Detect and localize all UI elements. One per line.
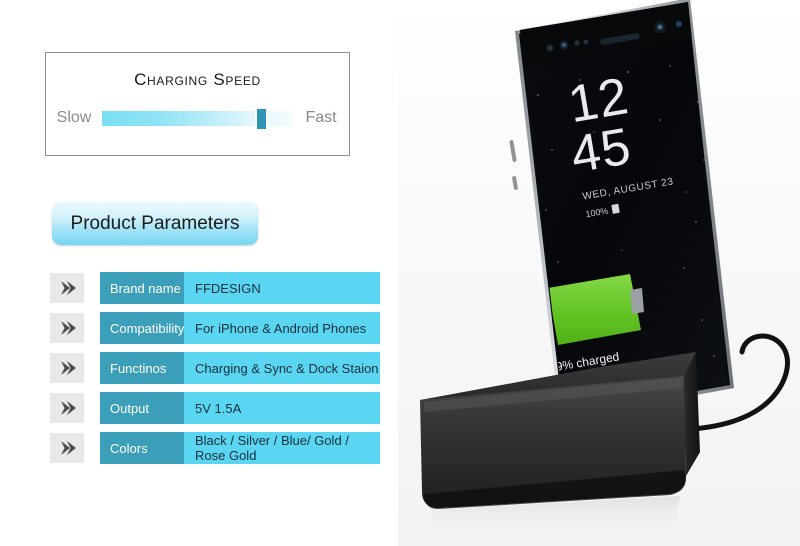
chevron-right-icon <box>50 433 84 463</box>
param-key-cell: Compatibility <box>100 312 184 344</box>
param-value-cell: For iPhone & Android Phones <box>184 312 380 344</box>
charging-speed-title: Charging Speed <box>134 70 261 89</box>
chevron-right-icon <box>50 313 84 343</box>
chevron-right-icon <box>50 353 84 383</box>
param-value-cell: Black / Silver / Blue/ Gold / Rose Gold <box>184 432 380 464</box>
param-key-cell: Brand name <box>100 272 184 304</box>
slider-fast-label: Fast <box>305 109 337 126</box>
table-row: Brand name FFDESIGN <box>50 272 380 304</box>
param-key-cell: Functinos <box>100 352 184 384</box>
table-row: Output 5V 1.5A <box>50 392 380 424</box>
battery-terminal <box>630 288 644 314</box>
product-parameters-label: Product Parameters <box>70 212 240 234</box>
charging-speed-slider[interactable]: Slow Fast <box>46 101 349 135</box>
product-parameters-table: Brand name FFDESIGN Compatibility For iPhon… <box>50 272 380 472</box>
product-parameters-badge: Product Parameters <box>52 202 258 245</box>
charging-speed-panel: Charging Speed Slow Fast <box>45 52 350 156</box>
table-row: Colors Black / Silver / Blue/ Gold / Rose… <box>50 432 380 464</box>
param-key-cell: Output <box>100 392 184 424</box>
slider-track-wrapper[interactable] <box>102 107 293 131</box>
table-row: Compatibility For iPhone & Android Phones <box>50 312 380 344</box>
product-photo: 12 45 WED, AUGUST 23 100% 99% charged <box>398 0 800 546</box>
param-key-cell: Colors <box>100 432 184 464</box>
param-value-cell: FFDESIGN <box>184 272 380 304</box>
lockscreen-battery-icon <box>611 203 620 214</box>
chevron-right-icon <box>50 393 84 423</box>
chevron-right-icon <box>50 273 84 303</box>
clock-minutes: 45 <box>567 117 636 184</box>
slider-handle[interactable] <box>254 107 268 131</box>
dock-and-phone-illustration: 12 45 WED, AUGUST 23 100% 99% charged <box>398 0 800 546</box>
slider-slow-label: Slow <box>56 109 92 126</box>
param-value-cell: Charging & Sync & Dock Staion <box>184 352 380 384</box>
table-row: Functinos Charging & Sync & Dock Staion <box>50 352 380 384</box>
param-value-cell: 5V 1.5A <box>184 392 380 424</box>
